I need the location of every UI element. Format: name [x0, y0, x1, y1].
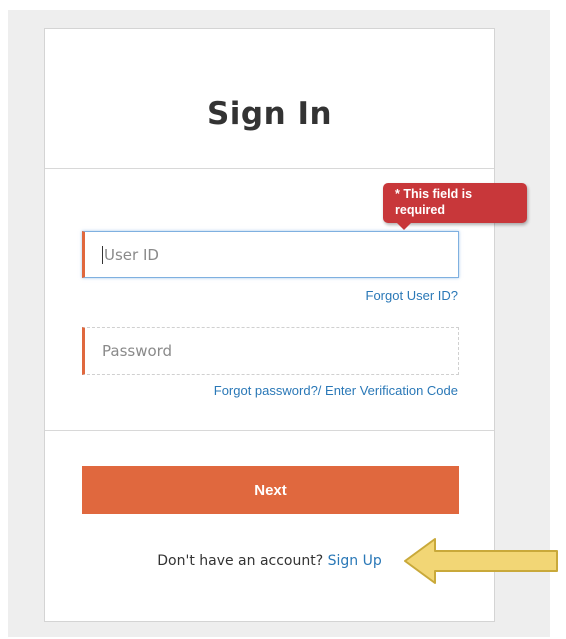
sign-up-link[interactable]: Sign Up: [328, 553, 382, 569]
user-id-input[interactable]: User ID: [82, 231, 459, 278]
section-divider: [45, 430, 494, 431]
forgot-password-link[interactable]: Forgot password?/ Enter Verification Cod…: [214, 383, 458, 398]
card-header: Sign In: [45, 29, 494, 169]
signup-prompt-text: Don't have an account?: [157, 553, 324, 569]
arrow-left-icon: [404, 538, 558, 584]
password-input[interactable]: Password: [82, 327, 459, 375]
next-button[interactable]: Next: [82, 466, 459, 514]
text-caret: [102, 245, 103, 264]
forgot-user-id-link[interactable]: Forgot User ID?: [366, 288, 458, 303]
password-placeholder: Password: [102, 342, 173, 360]
sign-in-card: Sign In * This field is required User ID…: [44, 28, 527, 622]
page-title: Sign In: [206, 96, 333, 132]
validation-tooltip: * This field is required: [383, 183, 527, 230]
user-id-placeholder: User ID: [104, 245, 159, 264]
